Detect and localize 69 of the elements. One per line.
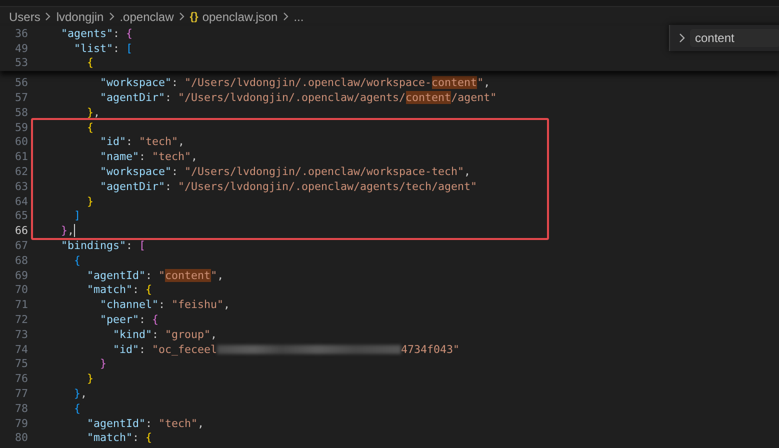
text-cursor — [74, 224, 76, 238]
code-line: "kind": "group", — [112, 328, 218, 341]
code-line: { — [73, 254, 81, 267]
code-line: { — [86, 120, 94, 134]
line-number: 58 — [14, 106, 28, 119]
line-number: 69 — [14, 268, 28, 282]
line-number: 68 — [14, 254, 28, 267]
line-number: 60 — [14, 135, 28, 148]
line-number: 66 — [14, 224, 28, 238]
breadcrumb-item[interactable]: .openclaw — [120, 10, 174, 24]
line-number: 78 — [14, 402, 28, 415]
chevron-right-icon — [282, 12, 289, 21]
line-number: 65 — [14, 209, 28, 222]
chevron-right-icon — [178, 12, 185, 21]
code-line[interactable]: { — [48, 56, 94, 70]
line-number: 36 — [14, 26, 28, 40]
chevron-right-icon — [108, 12, 115, 21]
code-line: "channel": "feishu", — [99, 298, 230, 312]
code-line: "id": "oc_feceel 4734f043" — [112, 342, 460, 356]
code-line: }, — [73, 387, 88, 400]
line-number: 62 — [14, 165, 28, 178]
line-number: 56 — [14, 76, 28, 90]
code-line: "bindings": [ — [60, 239, 146, 252]
code-line: "workspace": "/Users/lvdongjin/.openclaw/workspace-content", — [99, 76, 490, 90]
code-line: }, — [60, 224, 74, 238]
code-line: "match": { — [86, 283, 152, 296]
chevron-right-icon[interactable] — [679, 33, 685, 43]
find-input[interactable]: content — [690, 29, 779, 47]
line-number: 57 — [14, 91, 28, 104]
code-line: } — [86, 372, 94, 386]
line-number: 74 — [14, 342, 28, 356]
line-number: 71 — [14, 298, 28, 312]
line-number: 59 — [14, 120, 28, 134]
line-number: 63 — [14, 180, 28, 193]
code-line: { — [73, 402, 81, 415]
line-number: 80 — [14, 431, 28, 444]
code-line: "agentDir": "/Users/lvdongjin/.openclaw/agents/tech/agent" — [99, 180, 478, 193]
line-number: 61 — [14, 150, 28, 164]
line-number: 73 — [14, 328, 28, 341]
chevron-right-icon — [45, 12, 52, 21]
code-line: "workspace": "/Users/lvdongjin/.openclaw/workspace-tech", — [99, 165, 471, 178]
breadcrumb-item[interactable]: openclaw.json — [202, 10, 278, 24]
code-line: "name": "tech", — [99, 150, 198, 164]
line-number: 77 — [14, 387, 28, 400]
code-line: }, — [86, 106, 100, 119]
json-file-icon: {} — [190, 10, 198, 22]
code-line: "agentId": "tech", — [86, 416, 204, 430]
code-line: "agentId": "content", — [86, 268, 224, 282]
line-number: 70 — [14, 283, 28, 296]
line-number: 64 — [14, 194, 28, 208]
line-number: 53 — [14, 56, 28, 70]
line-number: 75 — [14, 357, 28, 370]
code-line: "id": "tech", — [99, 135, 185, 148]
code-line: "agentDir": "/Users/lvdongjin/.openclaw/agents/content/agent" — [99, 91, 497, 104]
code-line: "peer": { — [99, 313, 159, 326]
line-number: 49 — [14, 42, 28, 55]
code-line: } — [99, 357, 107, 370]
code-line: "match": { — [86, 431, 152, 444]
code-line: ] — [73, 209, 81, 222]
code-line: } — [86, 194, 94, 208]
breadcrumb-item[interactable]: lvdongjin — [56, 10, 104, 24]
breadcrumb-item[interactable]: ... — [294, 10, 304, 24]
line-number: 76 — [14, 372, 28, 386]
line-number: 79 — [14, 416, 28, 430]
line-number: 72 — [14, 313, 28, 326]
breadcrumb-item[interactable]: Users — [9, 10, 40, 24]
line-number: 67 — [14, 239, 28, 252]
code-line[interactable]: "list": [ — [48, 42, 133, 55]
code-line[interactable]: "agents": { — [48, 26, 133, 40]
